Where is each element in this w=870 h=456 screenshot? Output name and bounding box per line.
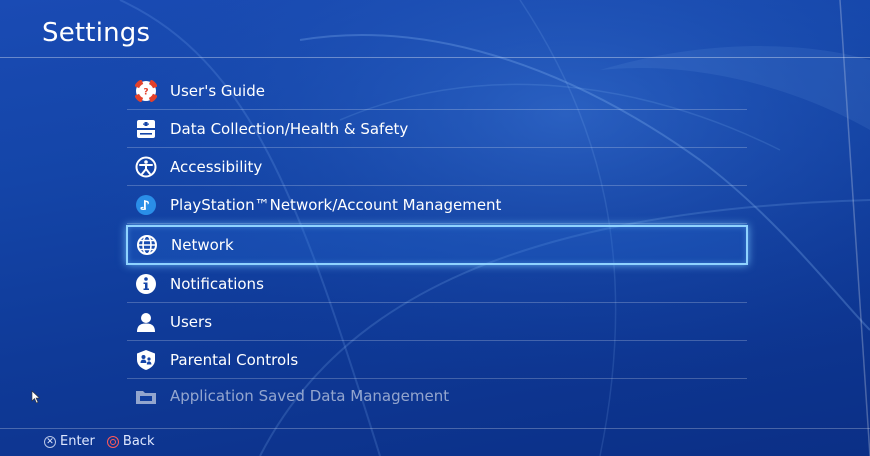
globe-icon	[136, 234, 158, 256]
menu-item-label: User's Guide	[170, 81, 265, 100]
menu-item-network[interactable]: Network	[126, 225, 748, 265]
playstation-network-icon	[135, 194, 157, 216]
menu-item-label: Application Saved Data Management	[170, 387, 450, 405]
menu-item-data-collection[interactable]: Data Collection/Health & Safety	[127, 110, 747, 148]
menu-item-accessibility[interactable]: Accessibility	[127, 148, 747, 186]
header-divider	[0, 57, 870, 58]
settings-menu: ? User's Guide Data Collection/Health & …	[126, 72, 748, 413]
info-icon	[135, 273, 157, 295]
menu-item-psn-account[interactable]: PlayStation™Network/Account Management	[127, 186, 747, 224]
menu-item-label: PlayStation™Network/Account Management	[170, 195, 502, 214]
parental-controls-icon	[135, 349, 157, 371]
menu-item-label: Parental Controls	[170, 350, 299, 369]
menu-item-label: Notifications	[170, 274, 264, 293]
menu-item-label: Network	[171, 236, 234, 254]
back-label: Back	[122, 434, 155, 449]
svg-text:?: ?	[143, 87, 148, 97]
enter-hint[interactable]: ✕ Enter	[44, 434, 95, 449]
menu-item-label: Accessibility	[170, 157, 263, 176]
menu-item-parental-controls[interactable]: Parental Controls	[127, 341, 747, 379]
back-hint[interactable]: Back	[106, 434, 155, 449]
page-title: Settings	[42, 18, 151, 48]
lifebuoy-icon: ?	[135, 79, 157, 102]
button-hints: ✕ Enter Back	[44, 434, 166, 449]
saved-data-icon	[135, 385, 157, 407]
cross-button-icon: ✕	[44, 435, 56, 448]
menu-item-users[interactable]: Users	[127, 303, 747, 341]
circle-button-icon	[106, 435, 119, 448]
menu-item-notifications[interactable]: Notifications	[127, 265, 747, 303]
menu-item-label: Users	[170, 312, 213, 331]
menu-item-users-guide[interactable]: ? User's Guide	[127, 72, 747, 110]
mouse-pointer-icon	[31, 390, 41, 404]
user-icon	[135, 311, 157, 333]
enter-label: Enter	[60, 434, 95, 449]
accessibility-icon	[135, 156, 157, 178]
footer-divider	[0, 428, 870, 429]
menu-item-saved-data[interactable]: Application Saved Data Management	[127, 379, 747, 413]
data-collection-icon	[135, 118, 157, 140]
menu-item-label: Data Collection/Health & Safety	[170, 119, 409, 138]
